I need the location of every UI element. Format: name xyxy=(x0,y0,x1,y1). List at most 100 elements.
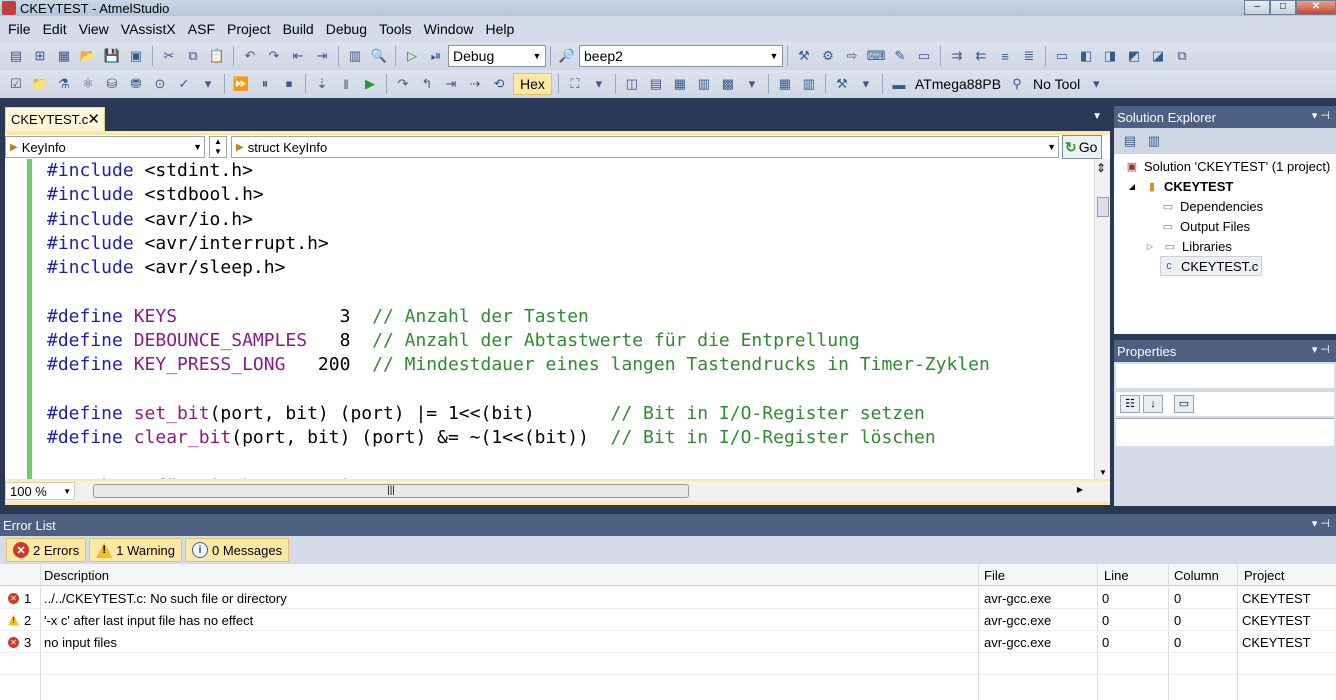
column-project[interactable]: Project xyxy=(1240,564,1284,586)
messages-filter-button[interactable]: i 0 Messages xyxy=(185,538,290,562)
split-icon[interactable]: ⇕ xyxy=(1096,161,1106,175)
code-line[interactable]: // Makros für Bitoberoperationen xyxy=(47,475,990,479)
show-all-files-icon[interactable]: ▥ xyxy=(1144,132,1164,150)
table-row[interactable]: ! 2 '-x c' after last input file has no … xyxy=(0,609,1336,631)
errors-filter-button[interactable]: ✕ 2 Errors xyxy=(6,538,87,562)
scroll-thumb[interactable]: ||| xyxy=(93,484,689,498)
menu-window[interactable]: Window xyxy=(418,21,480,37)
menu-edit[interactable]: Edit xyxy=(37,21,73,37)
device-icon[interactable]: ⛁ xyxy=(102,75,122,93)
go-button[interactable]: ↻ Go xyxy=(1062,135,1102,159)
code-text[interactable]: #include <stdint.h> #include <stdbool.h> #… xyxy=(47,159,990,479)
code-line[interactable]: #define clear_bit(port, bit) (port) &= ~… xyxy=(47,426,990,450)
column-description[interactable]: Description xyxy=(40,564,109,586)
outdent-icon[interactable]: ⇇ xyxy=(971,47,991,65)
locals-icon[interactable]: ▤ xyxy=(646,75,666,93)
navigate-forward-icon[interactable]: ⇥ xyxy=(312,47,332,65)
add-existing-icon[interactable]: ▦ xyxy=(54,47,74,65)
save-icon[interactable]: 💾 xyxy=(102,47,122,65)
navigate-back-icon[interactable]: ⇤ xyxy=(288,47,308,65)
tab-ckeytest-c[interactable]: CKEYTEST.c ✕ xyxy=(5,107,105,131)
tool-settings-icon[interactable]: ⚒ xyxy=(832,75,852,93)
tree-output-files[interactable]: ▭ Output Files xyxy=(1160,216,1250,236)
properties-icon[interactable]: ⚙ xyxy=(818,47,838,65)
output-icon[interactable]: ⇨ xyxy=(842,47,862,65)
find-icon[interactable]: 🔍 xyxy=(369,47,389,65)
new-project-icon[interactable]: ▤ xyxy=(6,47,26,65)
menu-file[interactable]: File xyxy=(2,21,37,37)
chip-icon[interactable]: ▬ xyxy=(889,75,909,93)
column-column[interactable]: Column xyxy=(1170,564,1219,586)
bookmark-all-icon[interactable]: ⧉ xyxy=(1172,47,1192,65)
device-name[interactable]: ATmega88PB xyxy=(915,76,1001,92)
property-grid[interactable] xyxy=(1116,418,1334,446)
step-over-icon[interactable]: ↷ xyxy=(393,75,413,93)
hex-toggle-button[interactable]: Hex xyxy=(513,73,552,95)
reset-icon[interactable]: ⟲ xyxy=(489,75,509,93)
asf-wizard-icon[interactable]: ⚗ xyxy=(54,75,74,93)
pin-icon[interactable]: ▾ ⊣ xyxy=(1312,517,1330,530)
tree-project[interactable]: ◢ ▮ CKEYTEST xyxy=(1124,176,1233,196)
code-line[interactable]: #define DEBOUNCE_SAMPLES 8 // Anzahl der… xyxy=(47,329,990,353)
bookmark-prev-icon[interactable]: ◧ xyxy=(1076,47,1096,65)
menu-debug[interactable]: Debug xyxy=(320,21,373,37)
memory-icon[interactable]: ⛃ xyxy=(126,75,146,93)
comment-icon[interactable]: ≡ xyxy=(995,47,1015,65)
member-select[interactable]: ▶ struct KeyInfo ▼ xyxy=(231,136,1059,158)
show-next-statement-icon[interactable]: ⇢ xyxy=(465,75,485,93)
tree-dependencies[interactable]: ▭ Dependencies xyxy=(1160,196,1263,216)
maximize-button[interactable]: □ xyxy=(1270,0,1296,15)
code-line[interactable]: #include <avr/interrupt.h> xyxy=(47,232,990,256)
code-line[interactable]: #include <stdint.h> xyxy=(47,159,990,183)
extensions-icon[interactable]: ✎ xyxy=(890,47,910,65)
menu-help[interactable]: Help xyxy=(479,21,520,37)
code-line[interactable]: #include <avr/io.h> xyxy=(47,208,990,232)
scroll-thumb[interactable] xyxy=(1097,197,1109,217)
add-item-icon[interactable]: ⊞ xyxy=(30,47,50,65)
tab-list-icon[interactable]: ▼ xyxy=(1092,111,1102,122)
redo-icon[interactable]: ↷ xyxy=(264,47,284,65)
tree-libraries[interactable]: ▷ ▭ Libraries xyxy=(1142,236,1232,256)
io-registers-icon[interactable]: ▥ xyxy=(799,75,819,93)
code-line[interactable]: #include <avr/sleep.h> xyxy=(47,256,990,280)
bookmark-folder-icon[interactable]: ◪ xyxy=(1148,47,1168,65)
start-debug-icon[interactable]: ▷ xyxy=(402,47,422,65)
table-row[interactable]: ✕ 3 no input files avr-gcc.exe 0 0 CKEYT… xyxy=(0,631,1336,653)
table-row[interactable]: ✕ 1 ../../CKEYTEST.c: No such file or di… xyxy=(0,587,1336,609)
bookmark-clear-icon[interactable]: ◩ xyxy=(1124,47,1144,65)
code-line[interactable] xyxy=(47,280,990,304)
debugger-tool-icon[interactable]: ⚲ xyxy=(1007,75,1027,93)
find-combo[interactable]: beep2 ▼ xyxy=(579,45,783,67)
break-all-icon[interactable]: ⏸ xyxy=(255,75,275,93)
minimize-button[interactable]: – xyxy=(1244,0,1270,15)
bookmark-next-icon[interactable]: ◨ xyxy=(1100,47,1120,65)
tool-name[interactable]: No Tool xyxy=(1033,76,1080,92)
disassembly-icon[interactable]: ▥ xyxy=(694,75,714,93)
copy-icon[interactable]: ⧉ xyxy=(183,47,203,65)
bookmark-icon[interactable]: ▭ xyxy=(1052,47,1072,65)
tree-solution[interactable]: ▣ Solution 'CKEYTEST' (1 project) xyxy=(1124,156,1331,176)
dropdown-icon[interactable]: ▾ xyxy=(589,75,609,93)
run-to-cursor-icon[interactable]: ⇥ xyxy=(441,75,461,93)
menu-tools[interactable]: Tools xyxy=(373,21,418,37)
open-project-icon[interactable]: 📁 xyxy=(30,75,50,93)
io-view-icon[interactable]: ⊙ xyxy=(150,75,170,93)
close-icon[interactable]: ✕ xyxy=(87,110,100,128)
stop-icon[interactable]: ⏹ xyxy=(279,75,299,93)
cut-icon[interactable]: ✂ xyxy=(159,47,179,65)
code-line[interactable] xyxy=(47,378,990,402)
horizontal-scrollbar[interactable]: ||| ▶ xyxy=(85,483,1085,499)
configuration-select[interactable]: Debug ▼ xyxy=(448,45,546,67)
column-file[interactable]: File xyxy=(980,564,1005,586)
property-pages-icon[interactable]: ▭ xyxy=(1174,395,1194,413)
nav-scroll-buttons[interactable]: ▲ ▼ xyxy=(209,136,227,158)
pin-icon[interactable]: ▾ ⊣ xyxy=(1312,109,1330,122)
dropdown-icon[interactable]: ▾ xyxy=(856,75,876,93)
find-in-files-icon[interactable]: 🔎 xyxy=(557,47,577,65)
step-out-icon[interactable]: ↰ xyxy=(417,75,437,93)
tree-file-ckeytest-c[interactable]: c CKEYTEST.c xyxy=(1160,256,1263,276)
solution-icon[interactable]: ▥ xyxy=(345,47,365,65)
pin-icon[interactable]: ▾ ⊣ xyxy=(1312,343,1330,356)
device-programming-icon[interactable]: ⌨ xyxy=(866,47,886,65)
continue-icon[interactable]: ⏩ xyxy=(231,75,251,93)
